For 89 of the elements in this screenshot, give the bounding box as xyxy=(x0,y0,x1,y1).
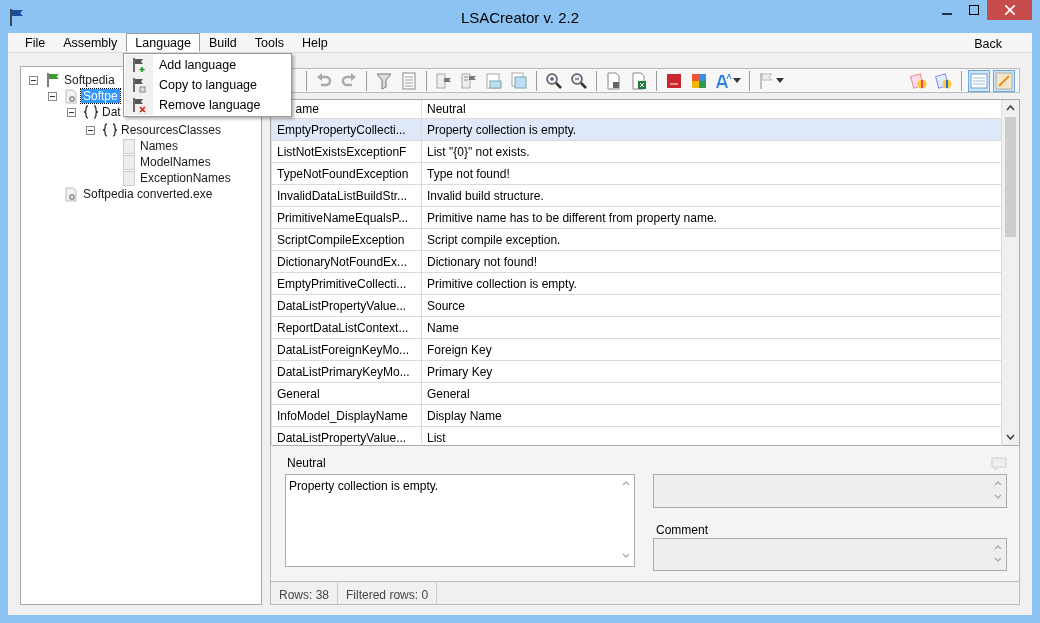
flag-icon xyxy=(131,77,147,93)
table-cell: PrimitiveNameEqualsP... xyxy=(271,206,422,229)
table-row[interactable]: InvalidDataListBuildStr... Invalid build structure. xyxy=(271,184,1002,207)
tree-item[interactable]: Softpedia xyxy=(62,73,117,87)
table-cell: DictionaryNotFoundEx... xyxy=(271,250,422,273)
tree-item[interactable]: Dat xyxy=(100,105,123,119)
table-cell: InvalidDataListBuildStr... xyxy=(271,184,422,207)
table-cell: Display Name xyxy=(421,404,1002,427)
table-row[interactable]: TypeNotFoundException Type not found! xyxy=(271,162,1002,185)
table-cell: Property collection is empty. xyxy=(421,118,1002,141)
tree-item[interactable]: Softpedia converted.exe xyxy=(81,187,215,201)
table-cell: TypeNotFoundException xyxy=(271,162,422,185)
table-cell: List "{0}" not exists. xyxy=(421,140,1002,163)
table-cell: Name xyxy=(421,316,1002,339)
collapse-icon[interactable] xyxy=(29,75,38,85)
menu-item[interactable]: Help xyxy=(292,33,337,52)
table-row[interactable]: DictionaryNotFoundEx... Dictionary not found! xyxy=(271,250,1002,273)
menu-item[interactable]: Add language xyxy=(125,55,290,75)
maximize-icon xyxy=(968,5,979,15)
grid-view-icon[interactable] xyxy=(968,69,990,92)
table-row[interactable]: ScriptCompileException Script compile exception. xyxy=(271,228,1002,251)
flag-icon xyxy=(131,57,147,73)
table-cell: Source xyxy=(421,294,1002,317)
minimize-icon xyxy=(941,13,952,15)
status-text: Filtered rows: 0 xyxy=(338,582,438,604)
table-cell: EmptyPropertyCollecti... xyxy=(271,118,422,141)
braces-icon xyxy=(82,105,99,119)
table-cell: ListNotExistsExceptionF xyxy=(271,140,422,163)
table-cell: InfoModel_DisplayName xyxy=(271,404,422,427)
page-icon xyxy=(122,138,135,154)
table-row[interactable]: General General xyxy=(271,382,1002,405)
window-title: LSACreator v. 2.2 xyxy=(460,9,580,26)
table-cell: ScriptCompileException xyxy=(271,228,422,251)
table-cell: DataListForeignKeyMo... xyxy=(271,338,422,361)
table-cell: General xyxy=(421,382,1002,405)
gear-icon xyxy=(64,186,79,202)
page-icon xyxy=(122,170,135,186)
column-header[interactable]: Neutral xyxy=(421,100,1002,119)
menu-item[interactable]: Assembly xyxy=(54,33,127,52)
menu-item[interactable]: Tools xyxy=(245,33,293,52)
table-row[interactable]: EmptyPrimitiveCollecti... Primitive collection is empty. xyxy=(271,272,1002,295)
menu-item[interactable]: Build xyxy=(199,33,246,52)
table-row[interactable]: PrimitiveNameEqualsP... Primitive name has to be different from property name. xyxy=(271,206,1002,229)
neutral-text-area[interactable]: Property collection is empty. xyxy=(285,474,635,567)
table-cell: DataListPrimaryKeyMo... xyxy=(271,360,422,383)
page-icon xyxy=(122,154,135,170)
tree-item[interactable]: ExceptionNames xyxy=(138,171,233,185)
collapse-icon[interactable] xyxy=(48,91,57,101)
tree-item[interactable]: ResourcesClasses xyxy=(119,123,224,137)
table-cell: General xyxy=(271,382,422,405)
table-cell: EmptyPrimitiveCollecti... xyxy=(271,272,422,295)
tree-item[interactable]: Names xyxy=(138,139,180,153)
table-row[interactable]: DataListForeignKeyMo... Foreign Key xyxy=(271,338,1002,361)
table-cell: Foreign Key xyxy=(421,338,1002,361)
flag-icon xyxy=(131,97,147,113)
menu-item[interactable]: File xyxy=(16,33,55,52)
table-cell: Type not found! xyxy=(421,162,1002,185)
table-cell: Primitive name has to be different from property name. xyxy=(421,206,1002,229)
collapse-icon[interactable] xyxy=(86,125,95,135)
table-cell: Dictionary not found! xyxy=(421,250,1002,273)
tree-item[interactable]: ModelNames xyxy=(138,155,213,169)
menu-item[interactable]: Language xyxy=(126,33,200,52)
table-row[interactable]: DataListPrimaryKeyMo... Primary Key xyxy=(271,360,1002,383)
menu-item[interactable]: Copy to language xyxy=(125,75,290,95)
braces-icon xyxy=(101,123,118,137)
table-row[interactable]: ReportDataListContext... Name xyxy=(271,316,1002,339)
field-label: Neutral xyxy=(286,455,327,470)
field-label: Comment xyxy=(655,522,709,538)
table-cell: Invalid build structure. xyxy=(421,184,1002,207)
flag-icon xyxy=(45,73,60,87)
table-cell: Primary Key xyxy=(421,360,1002,383)
status-text: Rows: 38 xyxy=(271,582,339,604)
edit-icon[interactable] xyxy=(993,69,1015,92)
table-row[interactable]: InfoModel_DisplayName Display Name xyxy=(271,404,1002,427)
table-cell: DataListPropertyValue... xyxy=(271,294,422,317)
table-row[interactable]: EmptyPropertyCollecti... Property collection is empty. xyxy=(271,118,1002,141)
table-row[interactable]: ListNotExistsExceptionF List "{0}" not exists. xyxy=(271,140,1002,163)
table-cell: Primitive collection is empty. xyxy=(421,272,1002,295)
table-cell: Script compile exception. xyxy=(421,228,1002,251)
vertical-scrollbar[interactable] xyxy=(1002,100,1019,445)
close-icon xyxy=(1004,5,1015,15)
table-row[interactable]: DataListPropertyValue... Source xyxy=(271,294,1002,317)
back-button[interactable]: Back xyxy=(968,33,1008,52)
collapse-icon[interactable] xyxy=(67,107,76,117)
scrollbar-thumb[interactable] xyxy=(1005,117,1016,237)
table-cell: ReportDataListContext... xyxy=(271,316,422,339)
close-button[interactable] xyxy=(987,0,1032,20)
gear-icon xyxy=(64,88,79,104)
flag-icon xyxy=(10,7,24,26)
